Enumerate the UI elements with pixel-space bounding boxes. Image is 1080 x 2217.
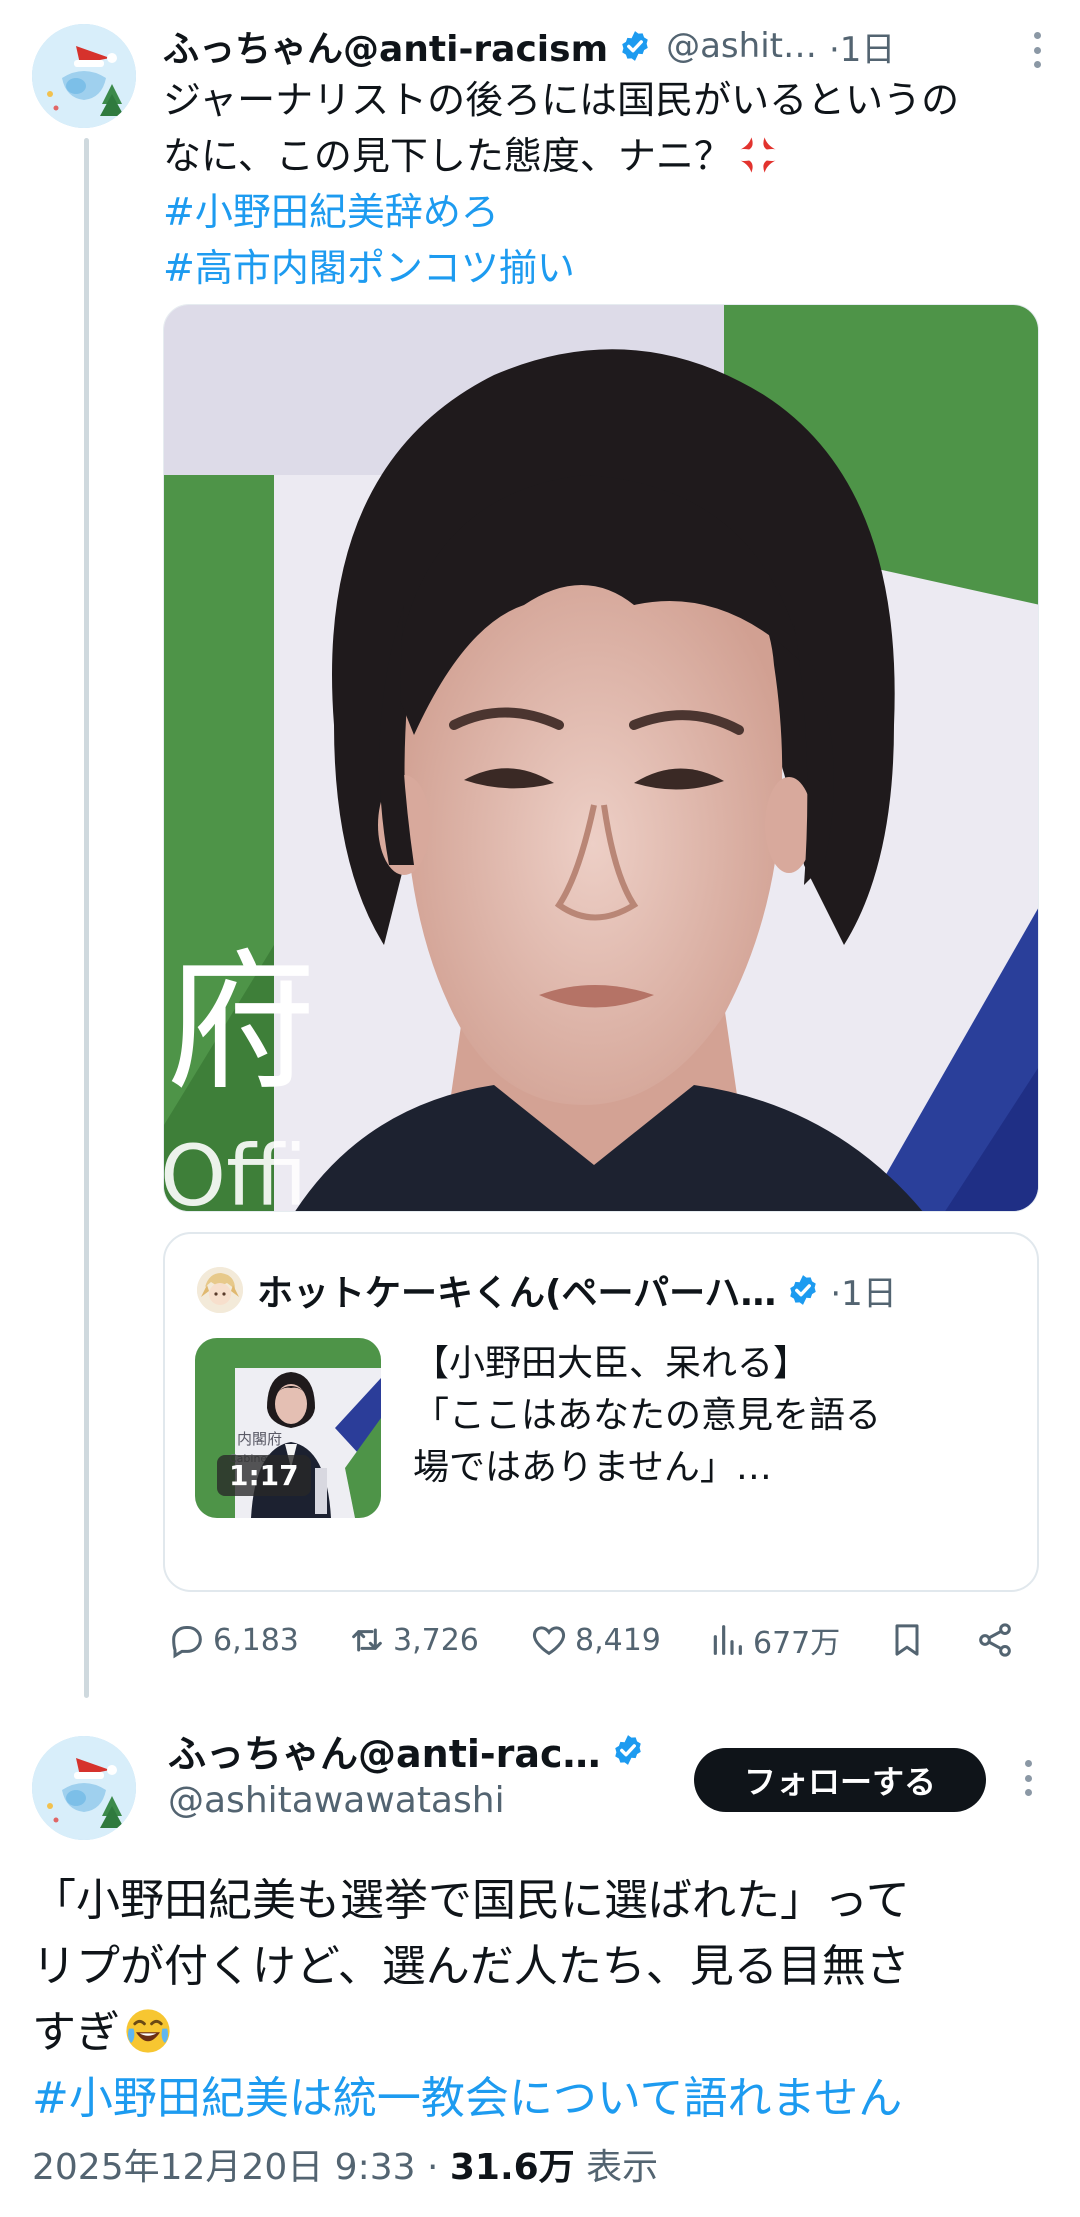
tweet-photo[interactable]: 府 Offi (163, 304, 1039, 1212)
repost-count: 3,726 (393, 1622, 479, 1658)
views-icon (713, 1625, 742, 1655)
tweet-timestamp[interactable]: 2025年12月20日 9:33 · (32, 2147, 450, 2188)
tweet-text: 「小野田紀美も選挙で国民に選ばれた」って リプが付くけど、選んだ人たち、見る目無… (32, 1868, 1052, 2132)
repost-icon (352, 1628, 382, 1652)
tweet-text-line: 「小野田紀美も選挙で国民に選ばれた」って (32, 1875, 910, 1926)
tweet-text-line: ジャーナリストの後ろには国民がいるというの (163, 78, 960, 122)
press-conference-photo: 府 Offi (164, 305, 1038, 1212)
quoted-video-thumbnail[interactable]: 内閣府 Cabinet O 1:17 (195, 1338, 381, 1518)
display-name[interactable]: ふっちゃん@anti-rac… (168, 1723, 601, 1778)
quoted-tweet-card[interactable]: ホットケーキくん(ペーパーハ… ·1日 内閣府 Cabinet O 1:17 【… (163, 1232, 1039, 1592)
like-count: 8,419 (575, 1622, 661, 1658)
quoted-text-line: 【小野田大臣、呆れる】 (413, 1343, 810, 1384)
quoted-text-line: 場ではありません」… (413, 1447, 772, 1488)
bookmark-button[interactable] (887, 1620, 927, 1660)
quoted-text-line: 「ここはあなたの意見を語る (413, 1395, 882, 1436)
quoted-display-name[interactable]: ホットケーキくん(ペーパーハ… (257, 1264, 776, 1316)
verified-badge-icon (614, 1735, 641, 1765)
thumb-sign-text: 内閣府 (237, 1430, 282, 1448)
quoted-timestamp[interactable]: ·1日 (830, 1266, 896, 1315)
author-name-row: ふっちゃん@anti-rac… (168, 1722, 645, 1778)
handle[interactable]: @ashit… (666, 26, 817, 66)
video-duration: 1:17 (217, 1455, 311, 1496)
tweet-text-line: リプが付くけど、選んだ人たち、見る目無さ (32, 1941, 910, 1992)
tweet-text-line: すぎ (32, 2007, 120, 2058)
avatar[interactable] (32, 1736, 136, 1840)
anger-emoji-icon (740, 137, 776, 173)
tweet-text-line-with-emoji: なに、この見下した態度、ナニ？ (163, 128, 1043, 184)
view-count: 31.6万 (449, 2147, 575, 2188)
bookmark-icon (895, 1624, 919, 1656)
repost-button[interactable]: 3,726 (347, 1620, 479, 1660)
share-button[interactable] (975, 1620, 1015, 1660)
sign-text: 府 (166, 937, 316, 1111)
more-icon[interactable] (1031, 32, 1043, 68)
tweet-action-bar: 6,183 3,726 8,419 677万 (163, 1610, 1043, 1670)
thread-connector-line (84, 138, 89, 1698)
quoted-avatar[interactable] (197, 1267, 243, 1313)
tweet-meta: 2025年12月20日 9:33 · 31.6万 表示 (32, 2138, 658, 2190)
like-button[interactable]: 8,419 (529, 1620, 661, 1660)
handle[interactable]: @ashitawawatashi (168, 1780, 505, 1821)
view-count: 677万 (753, 1626, 841, 1661)
reply-count: 6,183 (213, 1622, 299, 1658)
display-name[interactable]: ふっちゃん@anti-racism (163, 20, 608, 72)
reply-button[interactable]: 6,183 (167, 1620, 299, 1660)
quoted-tweet-header: ホットケーキくん(ペーパーハ… ·1日 (197, 1262, 1009, 1318)
tweet-text-line: なに、この見下した態度、ナニ？ (163, 134, 732, 178)
hashtag-link[interactable]: #小野田紀美は統一教会について語れません (32, 2066, 1052, 2132)
views-button[interactable]: 677万 (707, 1618, 840, 1662)
hashtag-link[interactable]: #小野田紀美辞めろ (163, 184, 1043, 240)
laugh-emoji-icon (126, 2009, 170, 2053)
like-icon (532, 1626, 566, 1656)
tweet-text-line-with-emoji: すぎ (32, 2000, 1052, 2066)
share-icon (979, 1623, 1011, 1657)
more-icon[interactable] (1022, 1760, 1034, 1796)
tweet-header: ふっちゃん@anti-racism @ashit… ·1日 (163, 18, 1043, 74)
verified-badge-icon (790, 1275, 817, 1305)
sign-subtext: Offi (164, 1127, 307, 1212)
quoted-tweet-text: 【小野田大臣、呆れる】 「ここはあなたの意見を語る 場ではありません」… (413, 1338, 1013, 1494)
hashtag-link[interactable]: #高市内閣ポンコツ揃い (163, 240, 1043, 296)
timestamp[interactable]: ·1日 (829, 22, 895, 71)
verified-badge-icon (622, 31, 648, 61)
tweet-text: ジャーナリストの後ろには国民がいるというの なに、この見下した態度、ナニ？ #小… (163, 72, 1043, 296)
views-label: 表示 (574, 2147, 659, 2188)
avatar[interactable] (32, 24, 136, 128)
follow-button[interactable]: フォローする (694, 1748, 986, 1812)
reply-icon (172, 1626, 202, 1659)
